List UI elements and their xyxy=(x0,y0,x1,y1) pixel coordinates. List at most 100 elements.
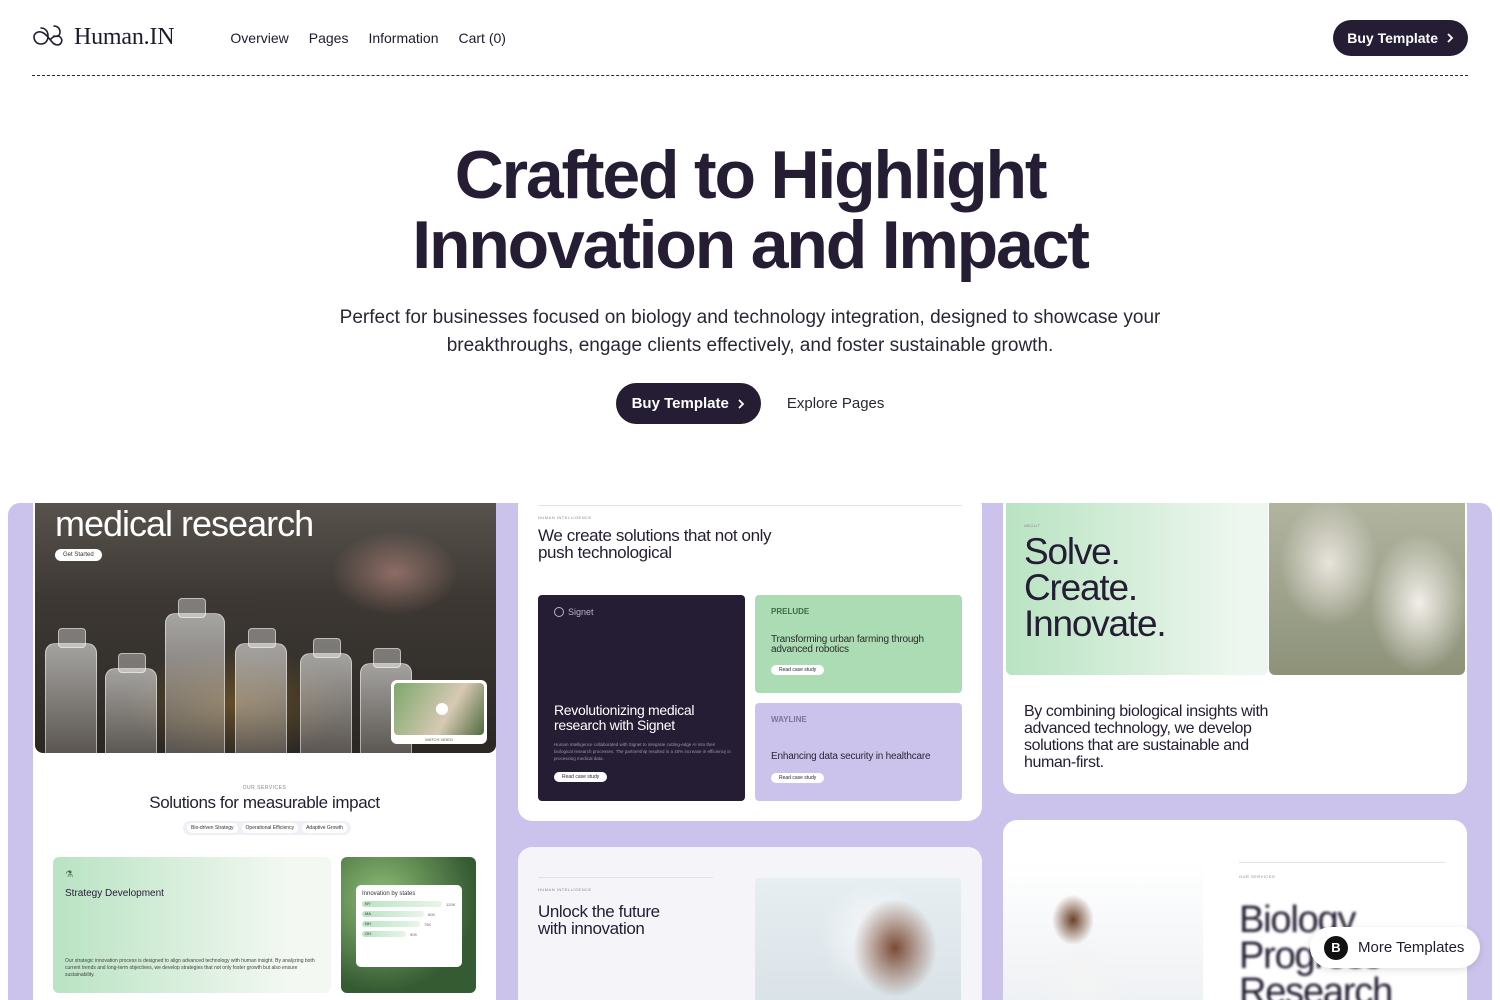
prelude-case-card[interactable]: PRELUDE Transforming urban farming throu… xyxy=(755,595,962,693)
strategy-title: Strategy Development xyxy=(65,888,164,899)
title-line: Research xyxy=(1239,971,1393,1000)
bottle-shape xyxy=(235,628,287,753)
signet-read-case-button[interactable]: Read case study xyxy=(554,772,608,782)
hero-buy-template-button[interactable]: Buy Template xyxy=(615,383,761,424)
card4-eyebrow: HUMAN INTELLIGENCE xyxy=(538,887,592,892)
nav-link-pages[interactable]: Pages xyxy=(309,30,349,46)
hero-title: Crafted to Highlight Innovation and Impa… xyxy=(0,140,1500,280)
nav-link-cart[interactable]: Cart (0) xyxy=(459,30,506,46)
brand-logo[interactable]: Human.IN xyxy=(32,22,175,54)
bottle-shape xyxy=(45,628,97,753)
video-caption: WATCH VIDEO xyxy=(425,737,453,742)
prelude-body: Transforming urban farming through advan… xyxy=(771,634,924,655)
researcher-goggles-image xyxy=(755,878,961,1000)
more-templates-button[interactable]: B More Templates xyxy=(1310,927,1481,968)
card3-eyebrow: ABOUT xyxy=(1024,523,1041,528)
card4-title: Unlock the future with innovation xyxy=(538,902,660,938)
wayline-read-case-button[interactable]: Read case study xyxy=(771,773,825,783)
headline-line: Create. xyxy=(1024,567,1138,608)
about-green-panel: ABOUT Solve. Create. Innovate. xyxy=(1006,503,1268,675)
chevron-right-icon xyxy=(1447,32,1454,43)
preview-card-medical-research[interactable]: medical research Get Started WATCH VIDEO… xyxy=(33,503,496,1000)
card1-tab[interactable]: Adaptive Growth xyxy=(302,823,348,833)
card2-eyebrow: HUMAN INTELLIGENCE xyxy=(538,515,592,520)
state-row: NH 75K xyxy=(362,921,456,927)
state-bar: MA xyxy=(362,911,424,917)
nav-link-information[interactable]: Information xyxy=(368,30,438,46)
microscope-researcher-image xyxy=(1003,860,1203,1000)
nav-links: Overview Pages Information Cart (0) xyxy=(230,30,506,46)
hero-title-line-2: Innovation and Impact xyxy=(412,207,1090,283)
signet-title: Revolutionizing medical research with Si… xyxy=(554,702,695,733)
state-value: 120K xyxy=(446,901,456,907)
preview-card-about[interactable]: ABOUT Solve. Create. Innovate. By combin… xyxy=(1003,503,1467,794)
wayline-body: Enhancing data security in healthcare xyxy=(771,751,931,762)
preview-card-case-studies[interactable]: HUMAN INTELLIGENCE We create solutions t… xyxy=(518,503,982,821)
chevron-right-icon xyxy=(738,398,745,409)
brand-name: Human.IN xyxy=(74,24,175,50)
card1-title: Solutions for measurable impact xyxy=(149,793,380,812)
card1-tabs: Bio-driven Strategy Operational Efficien… xyxy=(183,821,352,835)
bottle-shape xyxy=(105,653,157,753)
card1-headline: medical research xyxy=(55,503,314,544)
card1-tab[interactable]: Operational Efficiency xyxy=(241,823,299,833)
headline-line: Innovate. xyxy=(1024,603,1167,644)
signet-logo-icon xyxy=(554,607,564,617)
hero-subtitle: Perfect for businesses focused on biolog… xyxy=(339,307,1161,356)
wayline-case-card[interactable]: WAYLINE Enhancing data security in healt… xyxy=(755,703,962,801)
flask-icon: ⚗ xyxy=(65,869,74,879)
states-widget: Innovation by states NY 120K MA 80K NH 75K … xyxy=(356,885,462,967)
lab-bottles-image: medical research Get Started WATCH VIDEO xyxy=(35,503,496,753)
card3-body: By combining biological insights with ad… xyxy=(1024,703,1268,771)
card1-get-started-button[interactable]: Get Started xyxy=(55,549,102,561)
signet-logo: Signet xyxy=(554,607,729,617)
video-thumbnail xyxy=(394,683,484,735)
preview-card-unlock-future[interactable]: HUMAN INTELLIGENCE Unlock the future wit… xyxy=(518,847,982,1000)
nav-buy-label: Buy Template xyxy=(1347,29,1438,46)
watch-video-card[interactable]: WATCH VIDEO xyxy=(391,680,487,744)
bottle-shape xyxy=(165,598,225,753)
strategy-body: Our strategic innovation process is desi… xyxy=(65,958,315,978)
card3-headline: Solve. Create. Innovate. xyxy=(1024,531,1250,644)
card1-tab[interactable]: Bio-driven Strategy xyxy=(187,823,238,833)
template-showcase: medical research Get Started WATCH VIDEO… xyxy=(8,503,1492,1000)
hero-cta-group: Buy Template Explore Pages xyxy=(0,383,1500,424)
state-bar: NY xyxy=(362,901,442,907)
hero-title-line-1: Crafted to Highlight xyxy=(454,137,1048,213)
state-value: 75K xyxy=(424,921,432,927)
leaf-image: Innovation by states NY 120K MA 80K NH 75K … xyxy=(341,857,476,993)
signet-case-card[interactable]: Signet Revolutionizing medical research … xyxy=(538,595,745,801)
state-bar: NH xyxy=(362,921,420,927)
top-nav: Human.IN Overview Pages Information Cart… xyxy=(32,0,1468,76)
explore-pages-link[interactable]: Explore Pages xyxy=(787,395,885,412)
state-row: MA 80K xyxy=(362,911,456,917)
divider xyxy=(538,505,962,506)
nav-link-overview[interactable]: Overview xyxy=(230,30,288,46)
bottle-shape xyxy=(300,638,352,753)
preview-card-services[interactable]: OUR SERVICES Biology Progress Research xyxy=(1003,820,1467,1000)
card1-eyebrow: OUR SERVICES xyxy=(242,785,287,791)
states-title: Innovation by states xyxy=(362,891,416,897)
brand-b-icon: B xyxy=(1324,935,1348,960)
state-value: 50K xyxy=(410,931,418,937)
nav-buy-template-button[interactable]: Buy Template xyxy=(1333,19,1468,56)
hero-buy-label: Buy Template xyxy=(631,395,729,412)
scientists-image xyxy=(1269,503,1465,675)
signet-logo-text: Signet xyxy=(568,607,594,617)
prelude-logo: PRELUDE xyxy=(771,607,810,616)
prelude-read-case-button[interactable]: Read case study xyxy=(771,665,825,675)
wayline-logo: WAYLINE xyxy=(771,715,807,724)
state-row: OH 50K xyxy=(362,931,456,937)
state-bar: OH xyxy=(362,931,406,937)
logo-icon xyxy=(33,24,63,46)
divider xyxy=(1239,862,1445,863)
divider xyxy=(538,877,713,878)
headline-line: Solve. xyxy=(1024,531,1121,572)
card5-eyebrow: OUR SERVICES xyxy=(1239,874,1276,879)
card2-title: We create solutions that not only push t… xyxy=(538,526,772,562)
state-value: 80K xyxy=(428,911,436,917)
signet-body: Human Intelligence collaborated with Sig… xyxy=(554,742,731,761)
state-row: NY 120K xyxy=(362,901,456,907)
more-templates-label: More Templates xyxy=(1358,939,1465,956)
strategy-panel: ⚗ Strategy Development Our strategic inn… xyxy=(53,857,331,993)
